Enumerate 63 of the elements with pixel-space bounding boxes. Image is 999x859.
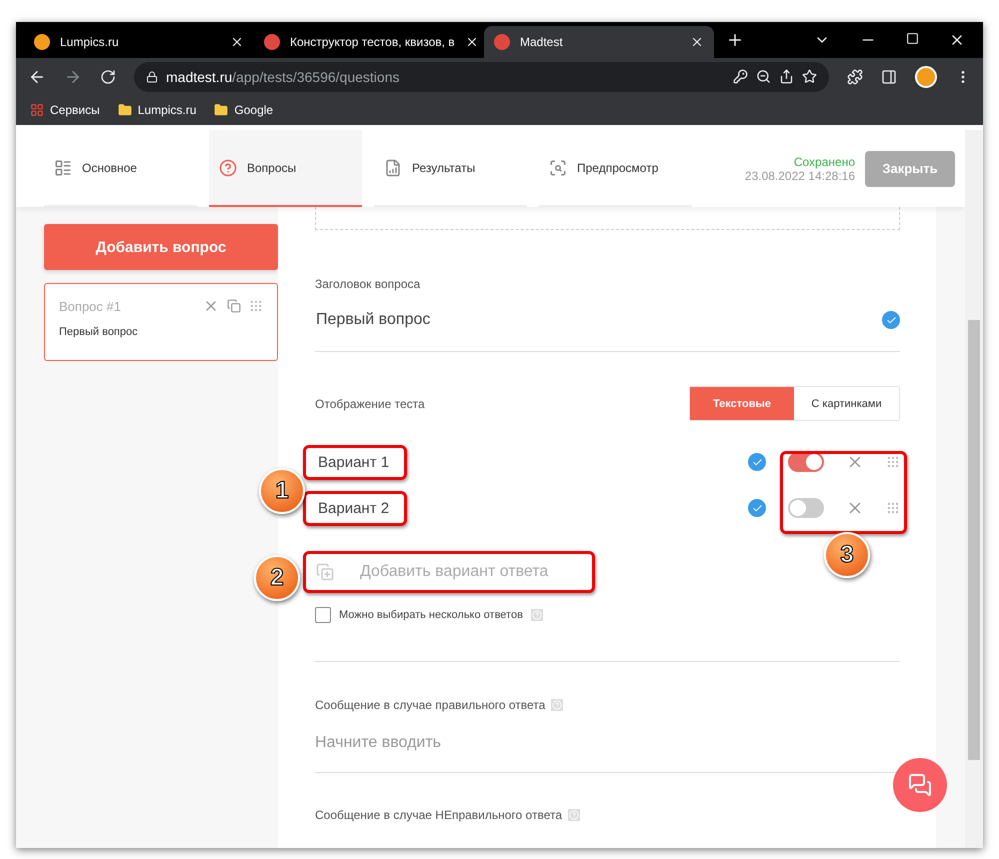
- field-label: Сообщение в случае НЕправильного ответа: [315, 808, 900, 822]
- search-icon: [549, 158, 567, 176]
- address-bar[interactable]: madtest.ru/app/tests/36596/questions: [134, 62, 829, 92]
- favicon-icon: [494, 34, 510, 50]
- grid-icon: [30, 103, 44, 117]
- help-icon: [568, 809, 580, 821]
- step-badge: 1: [259, 468, 305, 514]
- check-icon: [882, 311, 900, 329]
- help-icon: [530, 609, 543, 621]
- key-icon[interactable]: [733, 69, 748, 84]
- question-title-field[interactable]: Первый вопрос: [315, 291, 900, 352]
- check-icon: [748, 499, 766, 517]
- star-icon[interactable]: [802, 69, 817, 84]
- question-title: Первый вопрос: [59, 326, 139, 338]
- zoom-out-icon[interactable]: [756, 69, 771, 84]
- save-status: Сохранено: [794, 154, 855, 168]
- close-icon[interactable]: [230, 35, 244, 49]
- answer-field[interactable]: Вариант 2: [303, 490, 408, 526]
- drag-handle-icon[interactable]: [249, 299, 263, 313]
- close-icon[interactable]: [690, 35, 704, 49]
- copy-icon[interactable]: [227, 299, 241, 313]
- list-icon: [54, 158, 72, 176]
- check-icon: [748, 453, 766, 471]
- app-tab[interactable]: Результаты: [374, 130, 527, 207]
- correct-toggle[interactable]: [788, 452, 824, 472]
- favicon-icon: [264, 34, 280, 50]
- side-panel-icon[interactable]: [881, 68, 897, 84]
- favicon-icon: [34, 34, 50, 50]
- bookmark[interactable]: Lumpics.ru: [118, 103, 196, 117]
- drag-handle-icon[interactable]: [886, 455, 900, 469]
- field-label: Отображение теста: [315, 396, 425, 410]
- share-icon[interactable]: [779, 69, 794, 84]
- step-badge: 3: [824, 532, 870, 578]
- browser-tab[interactable]: Madtest: [484, 26, 714, 58]
- chat-bubbles-icon: [908, 773, 932, 797]
- app-tab[interactable]: Вопросы: [209, 130, 362, 207]
- plus-icon[interactable]: [726, 31, 744, 49]
- puzzle-icon[interactable]: [847, 68, 863, 84]
- field-label: Заголовок вопроса: [315, 277, 422, 291]
- bookmark[interactable]: Google: [214, 103, 274, 117]
- field-label: Сообщение в случае правильного ответа: [315, 698, 900, 712]
- lock-icon: [146, 70, 158, 82]
- drag-handle-icon[interactable]: [886, 501, 900, 515]
- chart-icon: [384, 158, 402, 176]
- add-copy-icon: [316, 563, 334, 581]
- correct-toggle[interactable]: [788, 498, 824, 518]
- question-number: Вопрос #1: [59, 298, 122, 314]
- answer-field[interactable]: Вариант 1: [303, 444, 408, 480]
- bookmark[interactable]: Сервисы: [30, 103, 100, 117]
- multiple-answers-checkbox[interactable]: Можно выбирать несколько ответов: [315, 607, 900, 662]
- avatar-icon[interactable]: [915, 66, 937, 88]
- browser-tab[interactable]: Lumpics.ru: [24, 26, 254, 58]
- question-icon: [219, 158, 237, 176]
- app-tab[interactable]: Основное: [44, 130, 197, 207]
- folder-icon: [214, 103, 228, 117]
- help-icon: [551, 699, 564, 711]
- app-tab[interactable]: Предпросмотр: [539, 130, 692, 207]
- reload-icon[interactable]: [100, 68, 116, 84]
- question-card[interactable]: Вопрос #1 Первый вопрос: [44, 283, 278, 361]
- folder-icon: [118, 103, 132, 117]
- step-badge: 2: [254, 555, 300, 601]
- save-time: 23.08.2022 14:28:16: [744, 168, 855, 182]
- browser-tab[interactable]: Конструктор тестов, квизов, в: [254, 26, 484, 58]
